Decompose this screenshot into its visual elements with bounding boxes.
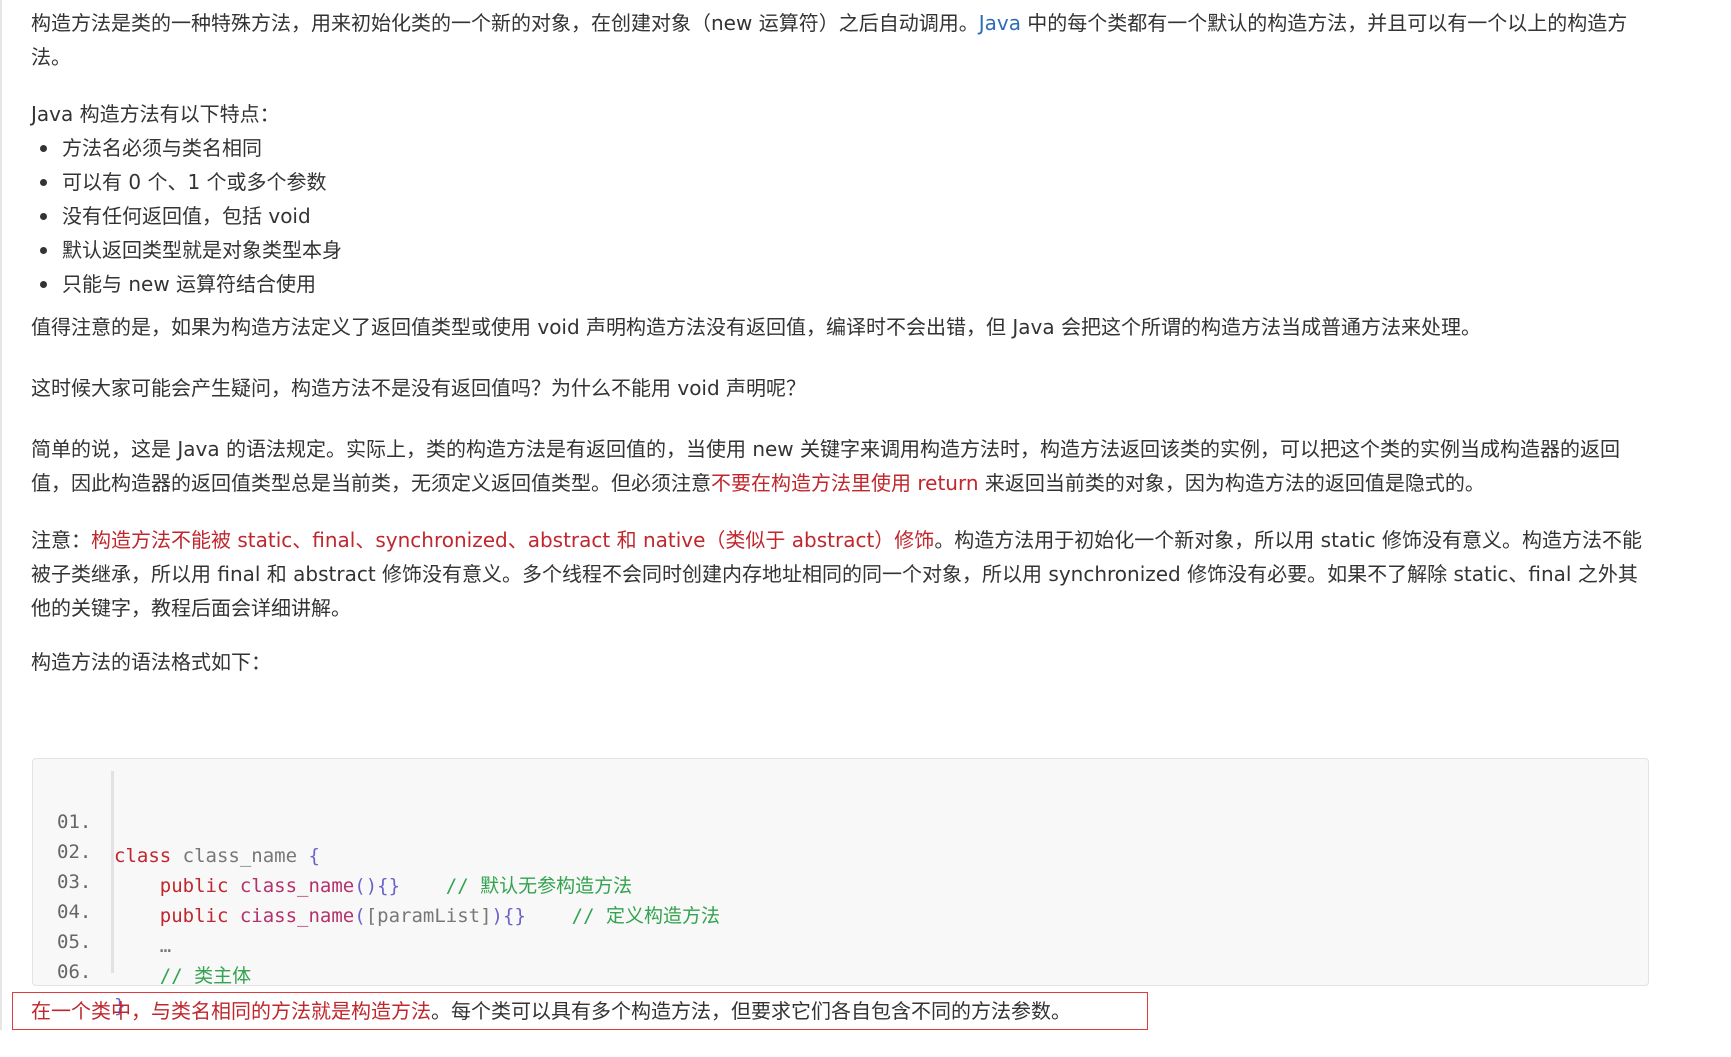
list-item: 只能与 new 运算符结合使用 [31,267,1651,301]
code-method-name: class_name [228,875,355,897]
modifiers-paragraph: 注意：构造方法不能被 static、final、synchronized、abs… [31,523,1651,625]
highlight-callout-box: 在一个类中，与类名相同的方法就是构造方法。每个类可以具有多个构造方法，但要求它们… [12,992,1148,1030]
callout-text: 。每个类可以具有多个构造方法，但要求它们各自包含不同的方法参数。 [431,999,1071,1023]
list-item: 默认返回类型就是对象类型本身 [31,233,1651,267]
features-section: Java 构造方法有以下特点： 方法名必须与类名相同 可以有 0 个、1 个或多… [31,97,1651,301]
code-class-name: class_name [171,845,309,867]
article-page: 构造方法是类的一种特殊方法，用来初始化类的一个新的对象，在创建对象（new 运算… [0,0,1731,1030]
java-link[interactable]: Java [979,11,1021,35]
code-gap [526,905,572,927]
code-comment: // 定义构造方法 [571,905,720,927]
code-keyword: public [159,875,229,897]
code-parens: () [354,875,378,897]
code-comment: // 默认无参构造方法 [445,875,633,897]
list-item: 没有任何返回值，包括 void [31,199,1651,233]
code-line: 06. } [33,921,125,1017]
syntax-label: 构造方法的语法格式如下： [31,650,271,674]
code-method-name: ciass_name [228,905,355,927]
code-line: 04. … [33,861,171,957]
return-note-paragraph: 值得注意的是，如果为构造方法定义了返回值类型或使用 void 声明构造方法没有返… [31,310,1651,344]
question-text: 这时候大家可能会产生疑问，构造方法不是没有返回值吗？为什么不能用 void 声明… [31,376,807,400]
code-keyword: public [159,905,229,927]
explain-paragraph: 简单的说，这是 Java 的语法规定。实际上，类的构造方法是有返回值的，当使用 … [31,432,1651,500]
list-item: 可以有 0 个、1 个或多个参数 [31,165,1651,199]
line-number: 06. [57,961,92,983]
syntax-label-paragraph: 构造方法的语法格式如下： [31,645,1651,679]
return-note-text: 值得注意的是，如果为构造方法定义了返回值类型或使用 void 声明构造方法没有返… [31,315,1481,339]
left-border [0,0,2,1030]
features-heading: Java 构造方法有以下特点： [31,102,280,126]
code-braces: {} [377,875,401,897]
code-line: 03. public ciass_name([paramList]){} // … [33,831,720,927]
modifiers-prefix: 注意： [31,528,91,552]
code-braces: {} [503,905,526,927]
code-paren-open: ( [354,905,366,927]
explain-text-2: 来返回当前类的对象，因为构造方法的返回值是隐式的。 [978,471,1485,495]
code-params: [paramList] [365,905,492,927]
code-line: 01. class class_name { [33,771,320,867]
code-brace: { [308,845,320,867]
code-line: 02. public class_name(){} // 默认无参构造方法 [33,801,632,897]
code-comment: // 类主体 [159,965,252,987]
code-ellipsis: … [159,935,172,957]
code-paren-close: ) [491,905,503,927]
list-item: 方法名必须与类名相同 [31,131,1651,165]
explain-highlight: 不要在构造方法里使用 return [711,471,979,495]
features-list: 方法名必须与类名相同 可以有 0 个、1 个或多个参数 没有任何返回值，包括 v… [31,131,1651,301]
intro-paragraph: 构造方法是类的一种特殊方法，用来初始化类的一个新的对象，在创建对象（new 运算… [31,6,1651,74]
code-line: 05. // 类主体 [33,891,251,987]
code-gap [400,875,446,897]
question-paragraph: 这时候大家可能会产生疑问，构造方法不是没有返回值吗？为什么不能用 void 声明… [31,371,1651,405]
code-block: 01. class class_name { 02. public class_… [32,758,1649,1017]
callout-highlight: 在一个类中，与类名相同的方法就是构造方法 [31,999,431,1023]
modifiers-highlight: 构造方法不能被 static、final、synchronized、abstra… [91,528,935,552]
intro-text-1: 构造方法是类的一种特殊方法，用来初始化类的一个新的对象，在创建对象（new 运算… [31,11,979,35]
